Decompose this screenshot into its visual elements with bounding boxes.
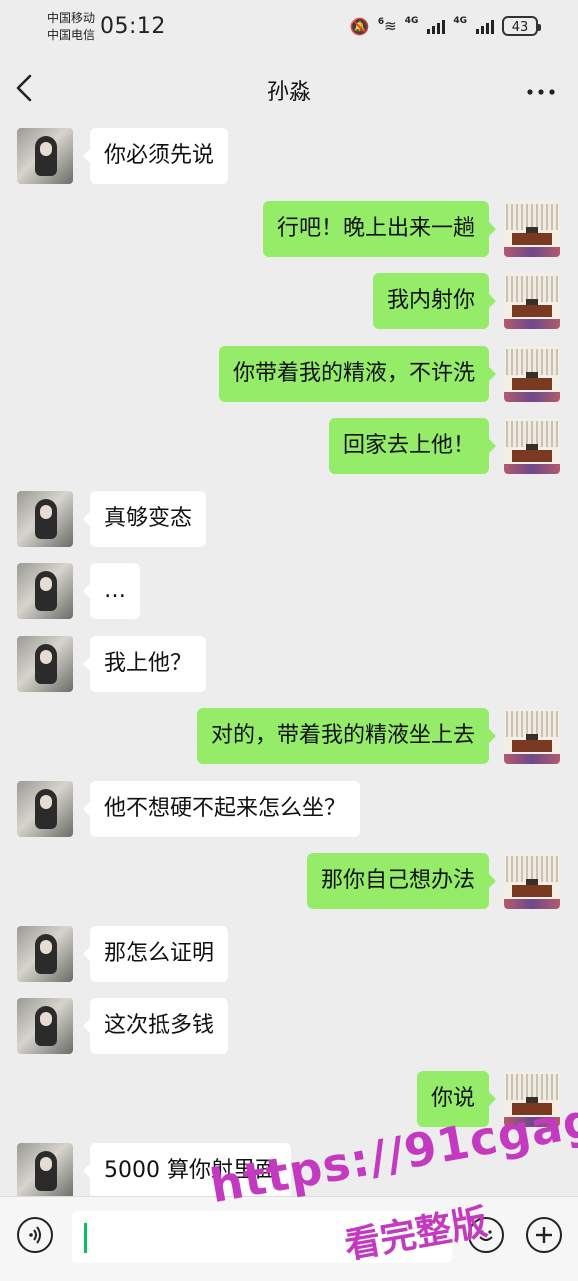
outgoing-message-bubble[interactable]: 回家去上他！ [328,418,497,474]
incoming-message-bubble[interactable]: 那怎么证明 [82,926,229,982]
more-dots-icon [527,89,555,95]
contact-avatar[interactable] [17,781,73,837]
incoming-message-bubble[interactable]: … [83,563,140,619]
outgoing-message-bubble[interactable]: 我内射你 [372,273,497,329]
incoming-message-bubble[interactable]: 我上他？ [82,636,207,692]
outgoing-message-bubble[interactable]: 行吧！晚上出来一趟 [262,201,497,257]
more-options-button[interactable] [526,64,556,114]
contact-avatar[interactable] [17,128,73,184]
network-type-2: 4G [453,16,467,26]
plus-icon [536,1227,552,1243]
network-type-1: 4G [404,16,419,26]
my-avatar[interactable] [504,273,560,329]
my-avatar[interactable] [504,201,560,257]
contact-avatar[interactable] [17,926,73,982]
incoming-message-bubble[interactable]: 真够变态 [82,491,207,547]
incoming-message-bubble[interactable]: 他不想硬不起来怎么坐？ [82,781,361,837]
status-bar: 中国移动 中国电信 05:12 🔕 6≋ 4G 4G 43 [0,0,578,56]
voice-button[interactable] [17,1217,53,1253]
status-time: 05:12 [100,14,166,39]
contact-avatar[interactable] [17,491,73,547]
my-avatar[interactable] [504,418,560,474]
my-avatar[interactable] [504,346,560,402]
more-actions-button[interactable] [526,1217,562,1253]
wifi-badge: 6 [377,17,385,27]
signal-icon-2 [476,18,494,34]
incoming-message-bubble[interactable]: 这次抵多钱 [82,998,229,1054]
outgoing-message-bubble[interactable]: 对的，带着我的精液坐上去 [196,708,497,764]
my-avatar[interactable] [504,853,560,909]
voice-icon [29,1226,41,1244]
carrier-labels: 中国移动 中国电信 [47,10,95,44]
contact-avatar[interactable] [17,998,73,1054]
carrier-1: 中国移动 [47,11,96,25]
battery-icon: 43 [502,16,541,36]
incoming-message-bubble[interactable]: 你必须先说 [82,128,229,184]
contact-avatar[interactable] [17,1143,73,1199]
signal-icon-1 [427,18,446,34]
composer-bar [0,1196,578,1281]
contact-avatar[interactable] [17,563,73,619]
contact-avatar[interactable] [17,636,73,692]
status-icons: 🔕 6≋ 4G 4G 43 [349,16,541,36]
outgoing-message-bubble[interactable]: 那你自己想办法 [306,853,497,909]
outgoing-message-bubble[interactable]: 你带着我的精液，不许洗 [218,346,497,402]
wifi-icon: 6≋ [377,17,397,35]
my-avatar[interactable] [504,708,560,764]
chat-header: 孙淼 [0,58,578,118]
text-cursor [84,1223,87,1253]
mute-bell-icon: 🔕 [349,16,370,36]
chat-title: 孙淼 [266,80,311,105]
carrier-2: 中国电信 [47,28,96,42]
